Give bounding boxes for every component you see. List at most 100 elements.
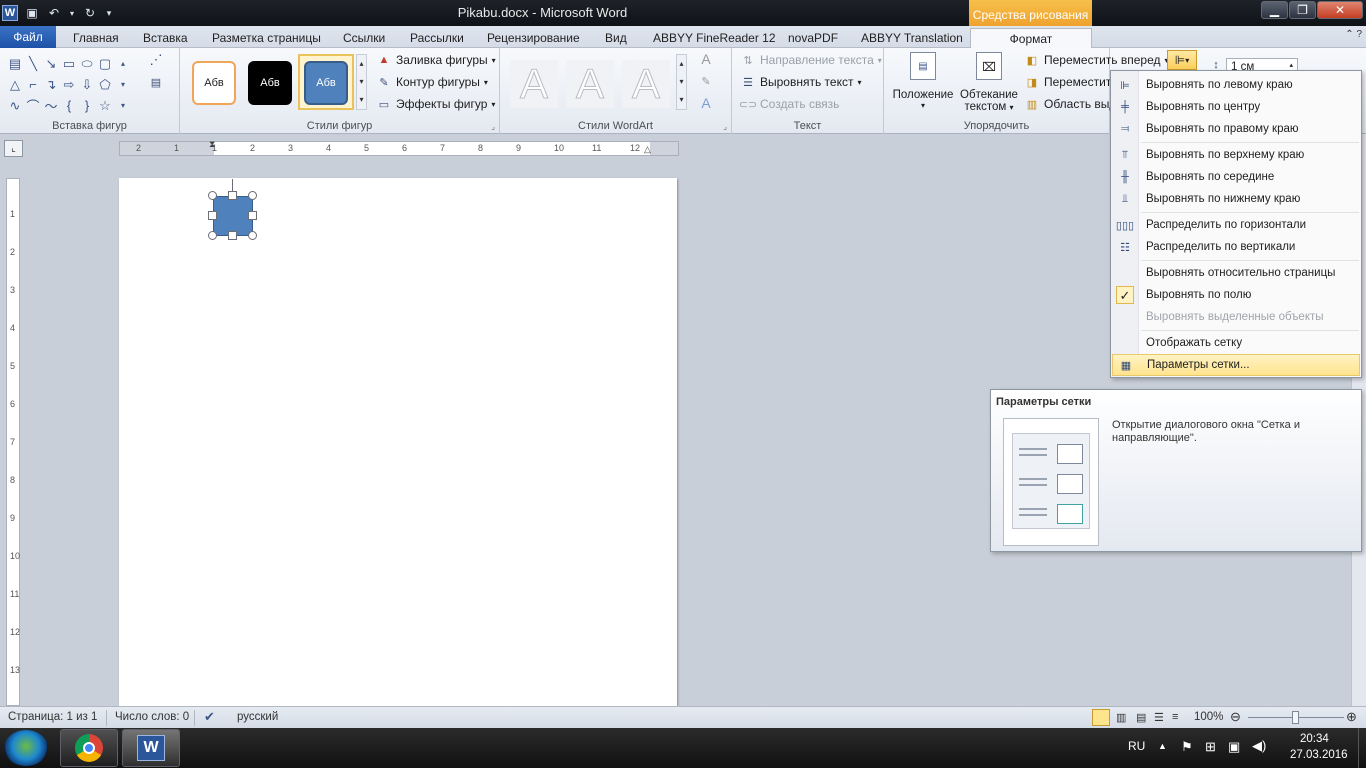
dialog-launcher-icon[interactable]: ⌟ xyxy=(723,122,727,131)
send-backward-button[interactable]: ◨ Переместить xyxy=(1024,75,1118,89)
right-indent-marker-icon[interactable]: △ xyxy=(644,144,651,155)
word-count[interactable]: Число слов: 0 xyxy=(115,711,189,723)
rounded-rect-shape-icon[interactable]: ▢ xyxy=(96,53,114,74)
resize-handle-se[interactable] xyxy=(248,231,257,240)
wordart-gallery-scroll[interactable]: ▴ ▾ ▾ xyxy=(676,54,687,110)
print-layout-view-icon[interactable] xyxy=(1092,709,1110,726)
brace-right-icon[interactable]: } xyxy=(78,95,96,116)
menu-align-to-page[interactable]: Выровнять относительно страницы xyxy=(1112,262,1360,284)
menu-align-right[interactable]: ⫤ Выровнять по правому краю xyxy=(1112,118,1360,140)
menu-grid-settings[interactable]: ▦ Параметры сетки... xyxy=(1112,354,1360,376)
tab-references[interactable]: Ссылки xyxy=(343,28,385,48)
elbow-connector-icon[interactable]: ⌐ xyxy=(24,74,42,95)
selected-rounded-rectangle-shape[interactable] xyxy=(213,196,253,236)
text-direction-button[interactable]: ⇅ Направление текста ▾ xyxy=(740,53,881,67)
tab-abbyy-translation[interactable]: ABBYY Translation xyxy=(861,28,963,48)
indent-marker-icon[interactable]: ⧗ xyxy=(209,139,215,150)
tab-mailings[interactable]: Рассылки xyxy=(410,28,464,48)
clock-time[interactable]: 20:34 xyxy=(1300,733,1329,745)
textbox-shape-icon[interactable]: ▤ xyxy=(6,53,24,74)
styles-gallery-scroll[interactable]: ▴ ▾ ▾ xyxy=(356,54,367,110)
tab-view[interactable]: Вид xyxy=(605,28,627,48)
clock-date[interactable]: 27.03.2016 xyxy=(1290,749,1348,761)
menu-show-grid[interactable]: Отображать сетку xyxy=(1112,332,1360,354)
resize-handle-e[interactable] xyxy=(248,211,257,220)
zoom-in-icon[interactable]: ⊕ xyxy=(1346,709,1357,725)
tab-abbyy-finereader[interactable]: ABBYY FineReader 12 xyxy=(653,28,776,48)
elbow-arrow-icon[interactable]: ↴ xyxy=(42,74,60,95)
menu-distribute-horizontally[interactable]: ▯▯▯ Распределить по горизонтали xyxy=(1112,214,1360,236)
down-arrow-shape-icon[interactable]: ⇩ xyxy=(78,74,96,95)
resize-handle-n[interactable] xyxy=(228,191,237,200)
style-sample-outline[interactable]: Абв xyxy=(192,61,236,105)
draft-view-icon[interactable]: ≡ xyxy=(1172,711,1178,723)
menu-align-bottom[interactable]: ⫫ Выровнять по нижнему краю xyxy=(1112,188,1360,210)
position-button[interactable]: ▤ Положение ▾ xyxy=(890,52,956,114)
tab-file[interactable]: Файл xyxy=(0,26,56,48)
shapes-gallery[interactable]: ▤ ╲ ↘ ▭ ⬭ ▢ ▴ △ ⌐ ↴ ⇨ ⇩ ⬠ ▾ ∿ ⌒ 〜{} ☆ ▾ xyxy=(6,53,136,116)
proofing-icon[interactable]: ✔ xyxy=(204,709,215,725)
scroll-down-icon[interactable]: ▾ xyxy=(114,74,132,95)
wordart-sample-2[interactable]: A xyxy=(566,60,614,108)
star-shape-icon[interactable]: ☆ xyxy=(96,95,114,116)
document-page[interactable] xyxy=(119,178,677,706)
brace-left-icon[interactable]: { xyxy=(60,95,78,116)
maximize-button[interactable]: ❐ xyxy=(1289,1,1316,19)
tab-novapdf[interactable]: novaPDF xyxy=(788,28,838,48)
tab-format[interactable]: Формат xyxy=(970,28,1092,49)
zoom-slider-thumb[interactable] xyxy=(1292,711,1299,724)
menu-align-top[interactable]: ⫪ Выровнять по верхнему краю xyxy=(1112,144,1360,166)
resize-handle-w[interactable] xyxy=(208,211,217,220)
page-count[interactable]: Страница: 1 из 1 xyxy=(8,711,97,723)
close-button[interactable]: ✕ xyxy=(1317,1,1363,19)
tab-insert[interactable]: Вставка xyxy=(143,28,188,48)
horizontal-ruler[interactable]: 2 1 1 2 3 4 5 6 7 8 9 10 11 12 ⧗ △ xyxy=(119,139,679,156)
network-icon[interactable]: ▣ xyxy=(1228,739,1240,755)
tab-review[interactable]: Рецензирование xyxy=(487,28,580,48)
shape-effects-button[interactable]: ▭ Эффекты фигур ▾ xyxy=(376,97,496,111)
flow-shape-icon[interactable]: ⬠ xyxy=(96,74,114,95)
help-icon[interactable]: ⌃ ? xyxy=(1345,29,1362,40)
volume-icon[interactable]: ◀) xyxy=(1252,738,1266,754)
show-desktop-button[interactable] xyxy=(1358,728,1366,768)
tab-home[interactable]: Главная xyxy=(73,28,119,48)
tab-selector-button[interactable]: ⌞ xyxy=(4,140,23,157)
vertical-ruler[interactable]: 1 2 3 4 5 6 7 8 9 10 11 12 13 xyxy=(6,178,20,706)
wrap-text-button[interactable]: ⌧ Обтекание текстом ▾ xyxy=(956,52,1022,114)
style-sample-blue[interactable]: Абв xyxy=(304,61,348,105)
action-center-flag-icon[interactable]: ⚑ xyxy=(1181,739,1193,755)
selection-pane-button[interactable]: ▥ Область выд xyxy=(1024,97,1117,111)
menu-align-left[interactable]: ⊫ Выровнять по левому краю xyxy=(1112,74,1360,96)
more-shapes-icon[interactable]: ▾ xyxy=(114,95,132,116)
edit-shape-icon[interactable]: ⋰ xyxy=(148,52,164,67)
oval-shape-icon[interactable]: ⬭ xyxy=(78,53,96,74)
windows-icon[interactable]: ⊞ xyxy=(1205,739,1216,755)
language[interactable]: русский xyxy=(237,711,278,723)
shape-fill-button[interactable]: ▲ Заливка фигуры ▾ xyxy=(376,53,496,67)
rectangle-shape-icon[interactable]: ▭ xyxy=(60,53,78,74)
arc-shape-icon[interactable]: ⌒ xyxy=(24,95,42,116)
wordart-sample-3[interactable]: A xyxy=(622,60,670,108)
resize-handle-ne[interactable] xyxy=(248,191,257,200)
tab-page-layout[interactable]: Разметка страницы xyxy=(212,28,321,48)
show-hidden-icons-icon[interactable]: ▲ xyxy=(1158,741,1167,751)
web-layout-view-icon[interactable]: ▤ xyxy=(1136,711,1146,724)
freeform-shape-icon[interactable]: 〜 xyxy=(42,95,60,116)
shape-outline-button[interactable]: ✎ Контур фигуры ▾ xyxy=(376,75,488,89)
chrome-taskbar-button[interactable] xyxy=(60,729,118,767)
input-language[interactable]: RU xyxy=(1128,739,1145,753)
dialog-launcher-icon[interactable]: ⌟ xyxy=(491,122,495,131)
line-shape-icon[interactable]: ╲ xyxy=(24,53,42,74)
bring-forward-button[interactable]: ◧Переместить вперед▾ xyxy=(1024,53,1169,67)
outline-view-icon[interactable]: ☰ xyxy=(1154,711,1164,724)
menu-distribute-vertically[interactable]: ☷ Распределить по вертикали xyxy=(1112,236,1360,258)
style-sample-dark[interactable]: Абв xyxy=(248,61,292,105)
text-outline-icon[interactable]: ✎ xyxy=(698,74,714,88)
resize-handle-nw[interactable] xyxy=(208,191,217,200)
menu-align-to-margin[interactable]: ✓ Выровнять по полю xyxy=(1112,284,1360,306)
wordart-sample-1[interactable]: A xyxy=(510,60,558,108)
menu-align-center[interactable]: ╪ Выровнять по центру xyxy=(1112,96,1360,118)
align-text-button[interactable]: ☰ Выровнять текст ▾ xyxy=(740,75,861,89)
full-screen-view-icon[interactable]: ▥ xyxy=(1116,711,1126,724)
text-fill-icon[interactable]: A xyxy=(698,51,714,67)
